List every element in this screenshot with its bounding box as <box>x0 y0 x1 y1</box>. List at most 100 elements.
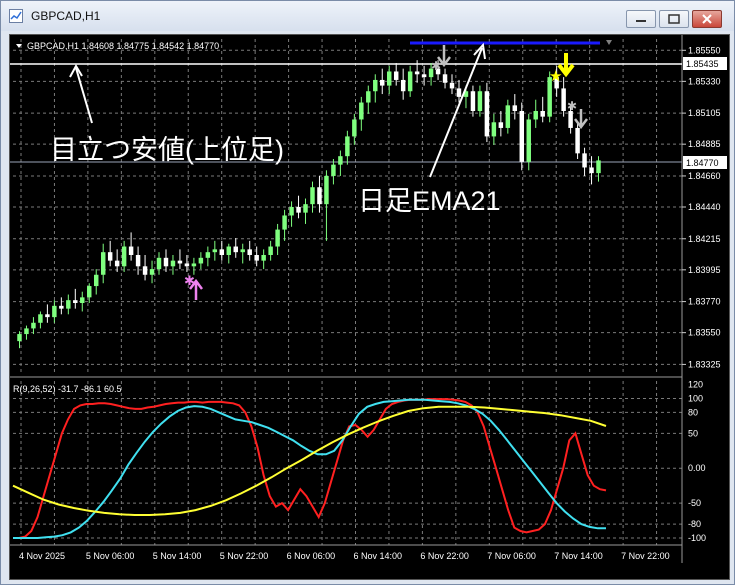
price-tick-label: 1.83325 <box>688 359 721 369</box>
candle-body <box>359 102 364 120</box>
candle <box>247 240 252 261</box>
candle <box>491 113 497 145</box>
price-tick-label: 1.84660 <box>688 171 721 181</box>
candle-body <box>386 71 392 86</box>
candle <box>100 243 106 284</box>
time-tick-label: 6 Nov 14:00 <box>354 551 403 561</box>
chart-canvas[interactable]: ✱ ✱ ★ ✱ 目立つ安値(上位足) 日足EMA21 GBPCAD,H1 1.8… <box>10 35 729 579</box>
candle <box>359 96 364 131</box>
candle-body <box>484 91 490 137</box>
candle <box>240 243 245 264</box>
candle-body <box>345 136 350 157</box>
shift-marker-icon[interactable] <box>606 40 612 45</box>
candle <box>512 94 518 120</box>
price-tick-label: 1.83770 <box>688 297 721 307</box>
candle <box>310 181 315 213</box>
candle-body <box>66 300 71 309</box>
candle-body <box>170 260 176 267</box>
window-title: GBPCAD,H1 <box>31 9 101 23</box>
candle-body <box>289 207 294 216</box>
candle-body <box>73 300 78 303</box>
candle <box>80 291 85 312</box>
candle <box>156 252 162 275</box>
minimize-button[interactable] <box>626 10 656 28</box>
candle-body <box>52 305 57 318</box>
candle <box>87 283 92 303</box>
white-line-price: 1.85435 <box>686 59 719 69</box>
candle-body <box>107 252 113 261</box>
candle-body <box>373 79 378 92</box>
yellow-star-icon: ★ <box>549 68 562 85</box>
close-button[interactable] <box>692 10 722 28</box>
time-tick-label: 6 Nov 06:00 <box>287 551 336 561</box>
candle-body <box>582 153 587 168</box>
white-line-price-tag: 1.85435 <box>683 57 727 70</box>
price-tick-label: 1.84440 <box>688 202 721 212</box>
chart-window: GBPCAD,H1 ✱ ✱ ★ ✱ 目立つ安値(上位足) 日足EMA21 GBP… <box>0 0 735 585</box>
price-tick-label: 1.84885 <box>688 139 721 149</box>
buy-star-icon: ✱ <box>184 273 195 288</box>
price-tick-label: 1.84215 <box>688 234 721 244</box>
candle <box>226 243 232 264</box>
candle-body <box>414 71 420 75</box>
candle <box>142 255 148 281</box>
title-bar[interactable]: GBPCAD,H1 <box>1 1 734 31</box>
osc-tick-label: -100 <box>688 533 706 543</box>
candle-body <box>128 246 134 255</box>
cheap-pointer-arrow <box>75 67 93 124</box>
candle <box>575 122 580 159</box>
candle <box>303 198 308 224</box>
candle-body <box>533 111 538 120</box>
osc-tick-label: 100 <box>688 393 703 403</box>
candle-body <box>498 122 504 128</box>
price-tick-label: 1.85550 <box>688 45 721 55</box>
time-tick-label: 6 Nov 22:00 <box>420 551 469 561</box>
chart-app-icon <box>9 9 23 23</box>
candle-body <box>505 105 511 128</box>
price-tick-label: 1.85330 <box>688 76 721 86</box>
candle-body <box>31 322 36 329</box>
candle-body <box>80 297 85 303</box>
time-axis: 4 Nov 2025 5 Nov 06:00 5 Nov 14:00 5 Nov 22… <box>19 551 670 561</box>
candle-body <box>45 314 50 318</box>
osc-tick-label: 120 <box>688 379 703 389</box>
candle <box>233 238 238 258</box>
chart-area[interactable]: ✱ ✱ ★ ✱ 目立つ安値(上位足) 日足EMA21 GBPCAD,H1 1.8… <box>9 34 730 580</box>
candle <box>73 288 78 309</box>
candle <box>519 102 525 171</box>
candle <box>393 63 399 86</box>
maximize-button[interactable] <box>659 10 689 28</box>
candle <box>24 325 29 340</box>
osc-tick-label: 80 <box>688 407 698 417</box>
candle-body <box>205 252 211 258</box>
close-icon <box>702 14 712 24</box>
candle-body <box>282 215 287 230</box>
candle-body <box>184 263 190 267</box>
candle <box>38 311 43 329</box>
candle-body <box>233 246 238 253</box>
osc-slow-line <box>12 405 607 516</box>
candle <box>212 240 218 261</box>
time-tick-label: 5 Nov 06:00 <box>86 551 135 561</box>
candle-body <box>247 249 252 255</box>
candle-body <box>393 71 399 80</box>
candle-body <box>400 79 406 92</box>
candle <box>498 111 504 137</box>
oscillator-info: R(9,26,52) -31.7 -86.1 60.5 <box>13 384 122 394</box>
sell-star-icon: ✱ <box>431 59 441 73</box>
candle <box>366 85 371 114</box>
candle-body <box>198 257 204 264</box>
candle <box>107 240 113 267</box>
candle <box>338 150 343 176</box>
candle-body <box>331 164 336 176</box>
time-tick-label: 4 Nov 2025 <box>19 551 65 561</box>
candle-body <box>254 255 259 261</box>
candle-body <box>149 269 155 275</box>
candle <box>31 317 36 335</box>
osc-mid-line <box>13 398 606 539</box>
candle-body <box>38 314 43 323</box>
time-tick-label: 5 Nov 22:00 <box>220 551 269 561</box>
maximize-icon <box>668 14 680 24</box>
candle <box>275 223 280 255</box>
candle-body <box>87 286 92 298</box>
